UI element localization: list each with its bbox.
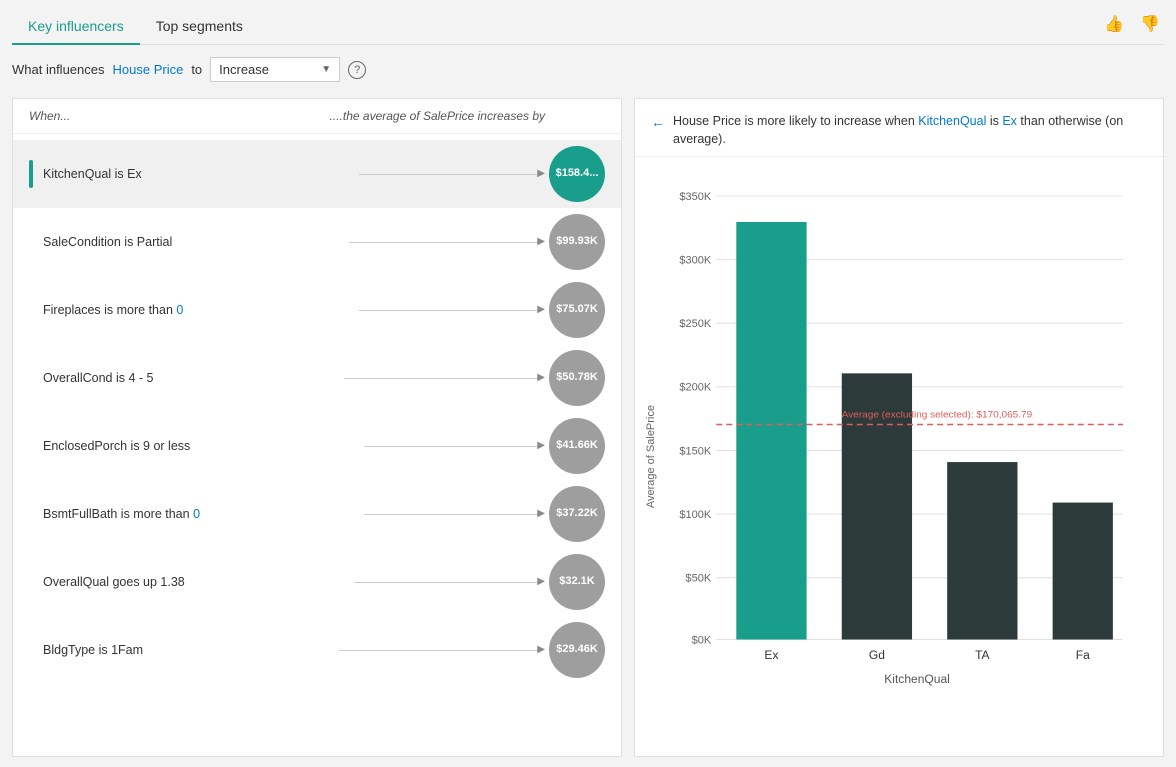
influencer-bubble: $29.46K	[549, 622, 605, 678]
influencer-bubble: $75.07K	[549, 282, 605, 338]
svg-text:Gd: Gd	[869, 648, 885, 662]
left-panel: When... ....the average of SalePrice inc…	[12, 98, 622, 757]
influencer-label: Fireplaces is more than 0	[43, 303, 349, 317]
influencer-item[interactable]: BsmtFullBath is more than 0 $37.22K	[13, 480, 621, 548]
influencer-bubble: $158.4...	[549, 146, 605, 202]
influencer-item[interactable]: Fireplaces is more than 0 $75.07K	[13, 276, 621, 344]
influencer-item[interactable]: OverallCond is 4 - 5 $50.78K	[13, 344, 621, 412]
influencer-item[interactable]: BldgType is 1Fam $29.46K	[13, 616, 621, 684]
influencer-label: BldgType is 1Fam	[43, 643, 329, 657]
bar-fa[interactable]	[1053, 503, 1113, 640]
col-when-label: When...	[29, 109, 330, 123]
svg-text:KitchenQual: KitchenQual	[884, 672, 950, 686]
influencer-bubble: $50.78K	[549, 350, 605, 406]
svg-text:$50K: $50K	[685, 573, 712, 585]
col-avg-label: ....the average of SalePrice increases b…	[330, 109, 605, 123]
main-content: When... ....the average of SalePrice inc…	[12, 98, 1164, 757]
influencer-list: KitchenQual is Ex $158.4... SaleConditio…	[13, 134, 621, 756]
right-panel-title: House Price is more likely to increase w…	[673, 113, 1147, 148]
influencer-bubble: $37.22K	[549, 486, 605, 542]
influencer-label: BsmtFullBath is more than 0	[43, 507, 354, 521]
tab-bar: Key influencers Top segments 👍 👎	[12, 10, 1164, 45]
influencer-line	[344, 378, 539, 379]
influencer-line	[359, 174, 539, 175]
back-arrow-icon[interactable]: ←	[651, 114, 665, 130]
tab-actions: 👍 👎	[1100, 12, 1164, 44]
influencer-line	[349, 242, 539, 243]
svg-text:Ex: Ex	[764, 648, 778, 662]
influencer-line	[354, 582, 539, 583]
filter-connector: to	[191, 62, 202, 77]
influencer-line	[359, 310, 539, 311]
svg-text:Average (excluding selected):: Average (excluding selected): $170,065.7…	[842, 410, 1032, 421]
y-axis-label: Average of SalePrice	[645, 405, 657, 508]
svg-text:$150K: $150K	[679, 446, 712, 458]
influencer-line	[339, 650, 539, 651]
svg-text:$0K: $0K	[692, 635, 712, 647]
influencer-label: KitchenQual is Ex	[43, 167, 349, 181]
right-panel: ← House Price is more likely to increase…	[634, 98, 1164, 757]
influencer-item[interactable]: OverallQual goes up 1.38 $32.1K	[13, 548, 621, 616]
filter-row: What influences House Price to Increase …	[12, 57, 1164, 82]
influencer-label: OverallCond is 4 - 5	[43, 371, 334, 385]
influencer-label: EnclosedPorch is 9 or less	[43, 439, 354, 453]
influencer-bubble: $99.93K	[549, 214, 605, 270]
filter-prefix: What influences	[12, 62, 105, 77]
influencer-label: OverallQual goes up 1.38	[43, 575, 344, 589]
bar-ex[interactable]	[736, 222, 806, 640]
influencer-line	[364, 446, 539, 447]
influencer-bubble: $32.1K	[549, 554, 605, 610]
influencer-item[interactable]: SaleCondition is Partial $99.93K	[13, 208, 621, 276]
tab-top-segments[interactable]: Top segments	[140, 10, 259, 44]
bar-chart-svg: $350K $300K $250K $200K $150K $100K $50K…	[661, 167, 1143, 707]
chart-wrapper: Average of SalePrice	[645, 167, 1143, 746]
left-panel-header: When... ....the average of SalePrice inc…	[13, 99, 621, 134]
thumbs-up-button[interactable]: 👍	[1100, 12, 1128, 36]
influencer-label: SaleCondition is Partial	[43, 235, 339, 249]
bar-ta[interactable]	[947, 462, 1017, 639]
svg-text:$350K: $350K	[679, 191, 712, 203]
influencer-item[interactable]: KitchenQual is Ex $158.4...	[13, 140, 621, 208]
chart-area: Average of SalePrice	[635, 157, 1163, 756]
svg-text:$100K: $100K	[679, 509, 712, 521]
dropdown-arrow-icon: ▼	[321, 64, 331, 75]
thumbs-down-button[interactable]: 👎	[1136, 12, 1164, 36]
svg-text:Fa: Fa	[1076, 648, 1090, 662]
svg-text:$250K: $250K	[679, 318, 712, 330]
influencer-line	[364, 514, 539, 515]
svg-text:$300K: $300K	[679, 255, 712, 267]
right-panel-header: ← House Price is more likely to increase…	[635, 99, 1163, 157]
filter-entity: House Price	[113, 62, 184, 77]
svg-text:$200K: $200K	[679, 382, 712, 394]
influencer-item[interactable]: EnclosedPorch is 9 or less $41.66K	[13, 412, 621, 480]
tab-key-influencers[interactable]: Key influencers	[12, 10, 140, 44]
influencer-bubble: $41.66K	[549, 418, 605, 474]
accent-bar	[29, 160, 33, 188]
help-icon[interactable]: ?	[348, 61, 366, 79]
svg-text:TA: TA	[975, 648, 990, 662]
increase-dropdown[interactable]: Increase ▼	[210, 57, 340, 82]
